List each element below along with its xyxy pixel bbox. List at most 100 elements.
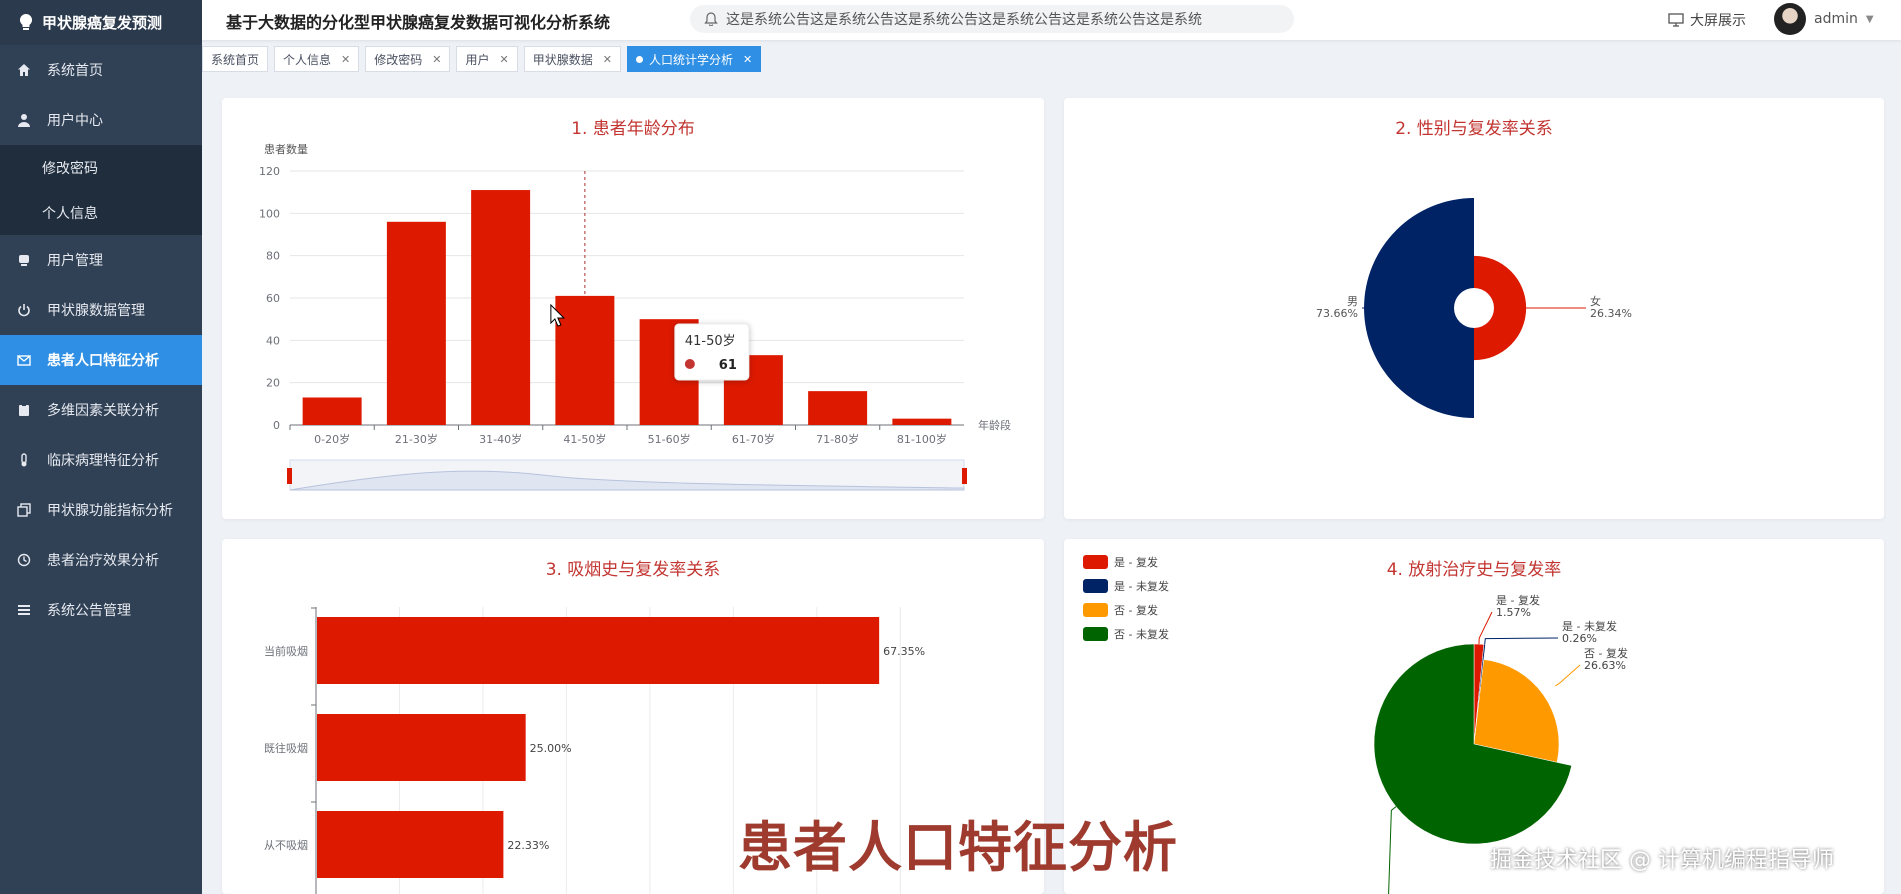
user-menu[interactable]: admin ▼ (1774, 3, 1874, 35)
x-tick-label: 61-70岁 (732, 432, 775, 446)
legend-swatch (1083, 603, 1108, 617)
bar-value-label: 22.33% (507, 839, 549, 852)
tab-label: 个人信息 (283, 52, 332, 67)
sidebar-item-user-management[interactable]: 用户管理 (0, 235, 202, 285)
tab-demographics[interactable]: 人口统计学分析 ✕ (626, 46, 762, 72)
card-age-distribution: 1. 患者年龄分布 患者数量 0 20 40 60 80 100 120 0-20岁 21-30岁… (222, 98, 1044, 519)
pie-slice (1474, 255, 1527, 361)
y-tick-label: 从不吸烟 (264, 838, 308, 852)
bar (317, 714, 526, 781)
slice-label-value: 0.26% (1562, 632, 1597, 645)
y-tick-label: 60 (266, 292, 280, 305)
notice-bar[interactable]: 这是系统公告这是系统公告这是系统公告这是系统公告这是系统公告这是系统 (690, 5, 1294, 33)
x-tick-label: 41-50岁 (563, 432, 606, 446)
sidebar-item-treatment[interactable]: 患者治疗效果分析 (0, 535, 202, 585)
card-gender: 2. 性别与复发率关系 男 73.66% 女 26.34% (1064, 98, 1884, 519)
slice-label-name: 女 (1590, 294, 1601, 308)
active-dot-icon (635, 55, 643, 63)
tooltip-marker (684, 359, 695, 369)
tab-label: 人口统计学分析 (648, 52, 733, 67)
y-tick-label: 20 (266, 377, 280, 390)
x-tick-label: 31-40岁 (479, 432, 522, 446)
close-icon[interactable]: ✕ (603, 53, 612, 66)
sidebar-item-label: 临床病理特征分析 (47, 453, 159, 469)
tab-change-password[interactable]: 修改密码 ✕ (365, 46, 451, 72)
lightbulb-icon (19, 13, 33, 30)
sidebar-item-thyroid-function[interactable]: 甲状腺功能指标分析 (0, 485, 202, 535)
tooltip-value: 61 (719, 358, 737, 373)
sidebar: 甲状腺癌复发预测 系统首页 用户中心 修改密码 个人信息 用户管理 甲状腺数据管… (0, 0, 202, 894)
clipboard-icon (16, 402, 32, 418)
sidebar-item-label: 系统公告管理 (47, 603, 131, 619)
clock-icon (16, 552, 32, 568)
slice-label-value: 26.34% (1590, 307, 1632, 320)
sidebar-item-multifactor[interactable]: 多维因素关联分析 (0, 385, 202, 435)
bar (555, 295, 615, 425)
logo[interactable]: 甲状腺癌复发预测 (0, 0, 202, 45)
chevron-down-icon: ▼ (1865, 13, 1874, 25)
sidebar-item-announcements[interactable]: 系统公告管理 (0, 585, 202, 635)
close-icon[interactable]: ✕ (432, 53, 441, 66)
username: admin (1814, 11, 1858, 27)
sidebar-item-label: 甲状腺功能指标分析 (47, 503, 173, 519)
sidebar-subitem-change-password[interactable]: 修改密码 (0, 145, 202, 190)
close-icon[interactable]: ✕ (341, 53, 350, 66)
sidebar-item-label: 用户管理 (47, 253, 103, 269)
close-icon[interactable]: ✕ (500, 53, 509, 66)
sidebar-item-label: 多维因素关联分析 (47, 403, 159, 419)
mail-icon (16, 352, 32, 368)
legend-label: 否 - 未复发 (1114, 627, 1169, 641)
notice-text: 这是系统公告这是系统公告这是系统公告这是系统公告这是系统公告这是系统 (726, 12, 1202, 28)
legend-swatch (1083, 627, 1108, 641)
bar-value-label: 67.35% (883, 645, 925, 658)
bar-value-label: 25.00% (530, 742, 572, 755)
sidebar-subitem-profile[interactable]: 个人信息 (0, 190, 202, 235)
users-icon (16, 252, 32, 268)
sidebar-item-thyroid-data[interactable]: 甲状腺数据管理 (0, 285, 202, 335)
tab-home[interactable]: 系统首页 (202, 46, 269, 72)
legend-swatch (1083, 555, 1108, 569)
bell-icon (704, 12, 718, 26)
bar (892, 418, 952, 425)
tab-profile[interactable]: 个人信息 ✕ (274, 46, 360, 72)
bigscreen-button[interactable]: 大屏展示 (1668, 10, 1746, 30)
legend-label: 是 - 复发 (1114, 555, 1158, 569)
sidebar-item-pathology[interactable]: 临床病理特征分析 (0, 435, 202, 485)
sidebar-item-demographics[interactable]: 患者人口特征分析 (0, 335, 202, 385)
tooltip-box (674, 323, 750, 381)
x-tick-label: 71-80岁 (816, 432, 859, 446)
age-bar-chart: 患者数量 0 20 40 60 80 100 120 0-20岁 21-30岁 31-40岁 41-5… (259, 143, 1011, 491)
copy-icon (16, 502, 32, 518)
close-icon[interactable]: ✕ (743, 53, 752, 66)
sidebar-item-label: 患者治疗效果分析 (47, 553, 159, 569)
sidebar-item-label: 系统首页 (47, 63, 103, 79)
tab-user[interactable]: 用户 ✕ (456, 46, 518, 72)
slice-label-name: 否 - 复发 (1584, 646, 1628, 660)
sidebar-item-user-center[interactable]: 用户中心 (0, 95, 202, 145)
bar (317, 617, 880, 684)
slice-label-value: 26.63% (1584, 659, 1626, 672)
card-radiation: 4. 放射治疗史与复发率 是 - 复发是 - 未复发否 - 复发否 - 未复发是… (1064, 539, 1884, 894)
y-tick-label: 0 (273, 419, 280, 432)
y-tick-label: 80 (266, 250, 280, 263)
overlay-caption: 患者人口特征分析 (738, 816, 1178, 879)
system-title: 基于大数据的分化型甲状腺癌复发数据可视化分析系统 (226, 13, 611, 32)
legend-swatch (1083, 579, 1108, 593)
avatar[interactable] (1774, 3, 1806, 35)
label-line (1484, 637, 1559, 645)
watermark: 掘金技术社区 @ 计算机编程指导师 (1490, 848, 1834, 873)
sidebar-item-home[interactable]: 系统首页 (0, 45, 202, 95)
slice-label-name: 是 - 未复发 (1562, 619, 1617, 633)
bar (302, 397, 362, 425)
tags-view: 系统首页 个人信息 ✕ 修改密码 ✕ 用户 ✕ 甲状腺数据 ✕ 人口统计学分析 ✕ (202, 46, 767, 74)
y-tick-label: 120 (259, 165, 280, 178)
tab-thyroid-data[interactable]: 甲状腺数据 ✕ (523, 46, 621, 72)
datazoom-handle-right (962, 468, 967, 484)
x-tick-label: 81-100岁 (897, 432, 947, 446)
tab-label: 系统首页 (211, 52, 260, 67)
label-line (1555, 664, 1581, 687)
bar (808, 391, 868, 425)
logo-text: 甲状腺癌复发预测 (42, 14, 163, 32)
x-tick-label: 21-30岁 (395, 432, 438, 446)
gender-pie-chart: 男73.66%女26.34% (1316, 198, 1632, 418)
